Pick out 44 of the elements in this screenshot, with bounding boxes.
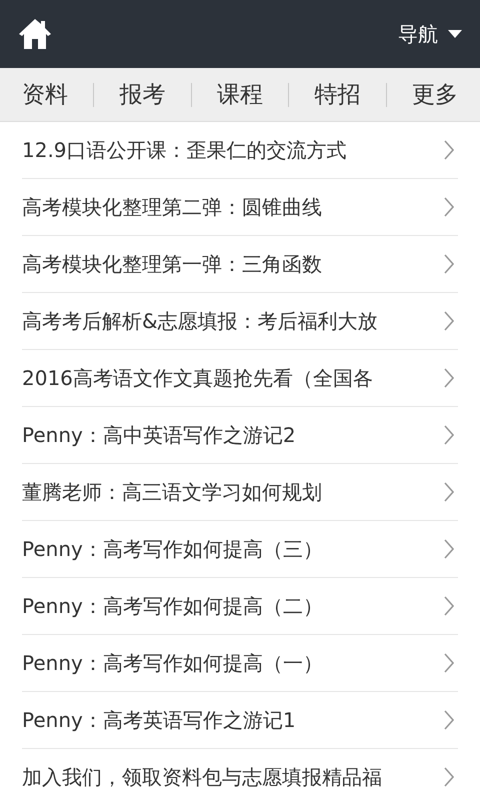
article-title: 高考模块化整理第二弹：圆锥曲线 <box>22 194 322 220</box>
article-item[interactable]: 董腾老师：高三语文学习如何规划 <box>22 464 458 521</box>
article-title: Penny：高考写作如何提高（三） <box>22 536 323 562</box>
article-item[interactable]: 12.9口语公开课：歪果仁的交流方式 <box>22 122 458 179</box>
caret-icon <box>448 30 462 38</box>
article-title: 董腾老师：高三语文学习如何规划 <box>22 478 322 506</box>
article-item[interactable]: Penny：高考英语写作之游记1 <box>22 692 458 749</box>
article-item[interactable]: 加入我们，领取资料包与志愿填报精品福 <box>22 749 458 800</box>
category-tab[interactable]: 特招 <box>314 79 360 110</box>
chevron-right-icon <box>444 596 454 616</box>
chevron-right-icon <box>444 482 454 502</box>
category-tab[interactable]: 报考 <box>120 79 166 110</box>
article-item[interactable]: 高考模块化整理第二弹：圆锥曲线 <box>22 179 458 236</box>
home-icon[interactable] <box>18 18 52 50</box>
chevron-right-icon <box>444 368 454 388</box>
nav-menu-button[interactable]: 导航 <box>398 20 462 48</box>
chevron-right-icon <box>444 653 454 673</box>
chevron-right-icon <box>444 311 454 331</box>
article-item[interactable]: Penny：高考写作如何提高（二） <box>22 578 458 635</box>
article-title: Penny：高中英语写作之游记2 <box>22 422 296 448</box>
article-title: 高考考后解析&志愿填报：考后福利大放 <box>22 308 378 334</box>
chevron-right-icon <box>444 254 454 274</box>
chevron-right-icon <box>444 539 454 559</box>
article-item[interactable]: 2016高考语文作文真题抢先看（全国各 <box>22 350 458 407</box>
article-item[interactable]: Penny：高考写作如何提高（一） <box>22 635 458 692</box>
category-tab[interactable]: 课程 <box>217 79 263 110</box>
chevron-right-icon <box>444 197 454 217</box>
article-item[interactable]: Penny：高考写作如何提高（三） <box>22 521 458 578</box>
chevron-right-icon <box>444 710 454 730</box>
article-item[interactable]: 高考考后解析&志愿填报：考后福利大放 <box>22 293 458 350</box>
article-item[interactable]: 高考模块化整理第一弹：三角函数 <box>22 236 458 293</box>
category-tab[interactable]: 资料 <box>22 79 68 110</box>
chevron-right-icon <box>444 767 454 787</box>
article-title: 高考模块化整理第一弹：三角函数 <box>22 250 322 278</box>
article-title: Penny：高考写作如何提高（一） <box>22 650 323 676</box>
article-title: 2016高考语文作文真题抢先看（全国各 <box>22 364 373 392</box>
article-title: Penny：高考英语写作之游记1 <box>22 706 296 734</box>
article-title: 12.9口语公开课：歪果仁的交流方式 <box>22 136 347 164</box>
article-item[interactable]: Penny：高中英语写作之游记2 <box>22 407 458 464</box>
article-title: 加入我们，领取资料包与志愿填报精品福 <box>22 764 382 790</box>
article-title: Penny：高考写作如何提高（二） <box>22 592 323 620</box>
category-tab[interactable]: 更多 <box>412 79 458 110</box>
chevron-right-icon <box>444 140 454 160</box>
chevron-right-icon <box>444 425 454 445</box>
